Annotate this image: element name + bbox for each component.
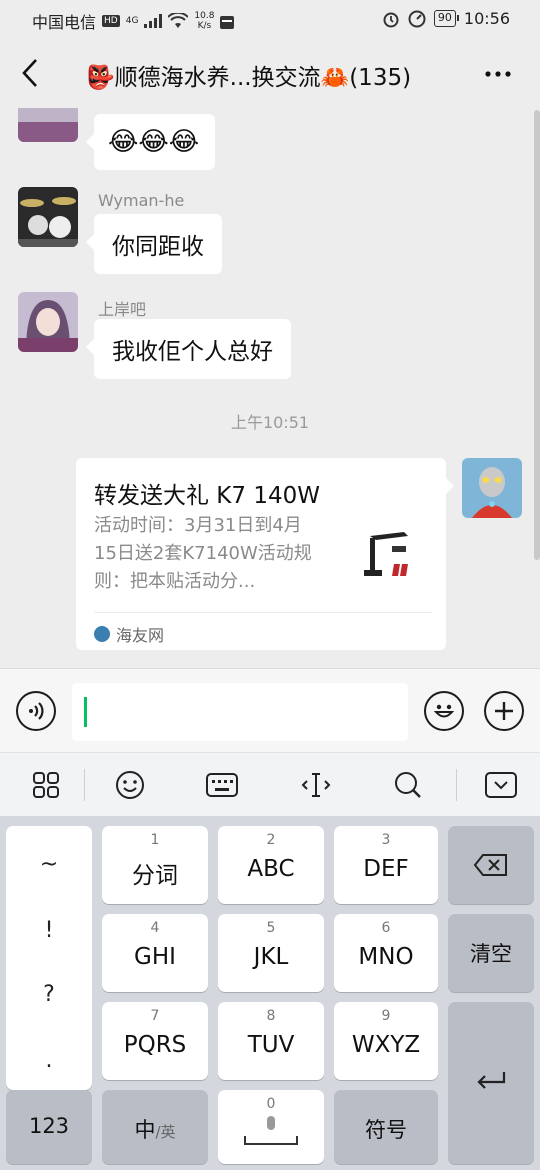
network-type: 4G [125, 16, 139, 26]
text-cursor-icon [301, 773, 331, 797]
message-text: 我收佢个人总好 [112, 339, 273, 365]
clear-key[interactable]: 清空 [448, 914, 534, 992]
drum-kit-avatar-image [18, 187, 78, 247]
smiley-outline-icon [116, 771, 144, 799]
punct-key[interactable]: . [6, 1048, 92, 1073]
clock: 10:56 [463, 9, 510, 28]
keyboard-toolbar [0, 752, 540, 816]
key-7[interactable]: 7 PQRS [102, 1002, 208, 1080]
signal-icon [144, 14, 163, 28]
key-6[interactable]: 6 MNO [334, 914, 438, 992]
key-9[interactable]: 9 WXYZ [334, 1002, 438, 1080]
calendar-icon [220, 15, 235, 29]
keyboard-icon [206, 773, 238, 797]
card-divider [94, 612, 432, 613]
backspace-key[interactable] [448, 826, 534, 904]
punctuation-column[interactable]: ~ ! ? . [6, 826, 92, 1090]
battery-indicator: 90 [433, 10, 459, 27]
grid-icon [33, 772, 59, 798]
anime-avatar-image [18, 292, 78, 352]
source-label: 海友网 [116, 626, 165, 645]
sender-name: 上岸吧 [98, 300, 147, 319]
emoji-toolbar-button[interactable] [110, 765, 150, 805]
chat-messages[interactable]: 😂😂😂 Wyman-he 你同距收 上岸吧 我收佢个人总好 上午10:51 转发… [0, 108, 540, 668]
voice-wave-icon [29, 702, 44, 720]
keyboard-switch-button[interactable] [202, 765, 242, 805]
search-icon [395, 772, 421, 798]
backspace-icon [473, 854, 507, 876]
anime-avatar-image [18, 108, 78, 142]
hide-keyboard-button[interactable] [481, 765, 521, 805]
key-1[interactable]: 1 分词 [102, 826, 208, 904]
key-2[interactable]: 2 ABC [218, 826, 324, 904]
plus-icon [495, 702, 513, 720]
ultraman-avatar-image [462, 458, 522, 518]
smiley-icon [433, 704, 455, 718]
carrier-label: 中国电信 [32, 13, 97, 32]
toolbar-divider [456, 769, 457, 801]
network-speed: 10.8 K/s [194, 11, 215, 31]
return-icon [477, 1072, 506, 1089]
numeric-mode-key[interactable]: 123 [6, 1090, 92, 1164]
more-icon [485, 71, 511, 77]
chat-scrollbar[interactable] [534, 110, 540, 560]
input-bar [0, 668, 540, 752]
chevron-down-icon [485, 772, 517, 798]
card-title: 转发送大礼 K7 140W [94, 483, 320, 509]
message-text: 你同距收 [112, 234, 204, 260]
key-4[interactable]: 4 GHI [102, 914, 208, 992]
avatar[interactable] [18, 108, 78, 142]
card-source: 海友网 [94, 622, 164, 646]
message-bubble[interactable]: 你同距收 [86, 214, 222, 274]
punct-key[interactable]: ? [6, 982, 92, 1007]
my-avatar[interactable] [462, 458, 522, 518]
message-input[interactable] [72, 683, 408, 741]
product-thumbnail [356, 524, 420, 588]
voice-button[interactable] [16, 691, 56, 731]
language-switch-key[interactable]: 中/英 [102, 1090, 208, 1164]
lang-alt: /英 [155, 1123, 176, 1141]
punct-key[interactable]: ~ [6, 852, 92, 877]
laughing-emoji: 😂😂😂 [108, 127, 200, 157]
hd-badge: HD [102, 15, 120, 27]
text-caret [84, 697, 87, 727]
enter-key[interactable] [448, 1002, 534, 1164]
speedometer-icon [408, 10, 426, 27]
avatar[interactable] [18, 187, 78, 247]
emoji-button[interactable] [424, 691, 464, 731]
time-divider: 上午10:51 [230, 413, 310, 432]
punct-key[interactable]: ! [6, 918, 92, 943]
key-8[interactable]: 8 TUV [218, 1002, 324, 1080]
space-key[interactable]: 0 [218, 1090, 324, 1164]
message-bubble[interactable]: 😂😂😂 [85, 114, 216, 170]
chevron-left-icon [22, 59, 37, 87]
message-bubble[interactable]: 我收佢个人总好 [86, 319, 291, 379]
chat-title: 👺顺德海水养...换交流🦀(135) [86, 65, 412, 91]
add-button[interactable] [484, 691, 524, 731]
link-card[interactable]: 转发送大礼 K7 140W 活动时间：3月31日到4月15日送2套K7140W活… [76, 458, 454, 650]
cursor-move-button[interactable] [296, 765, 336, 805]
key-3[interactable]: 3 DEF [334, 826, 438, 904]
wifi-icon [168, 13, 189, 28]
card-description: 活动时间：3月31日到4月15日送2套K7140W活动规则：把本贴活动分... [94, 515, 312, 592]
microphone-icon [244, 1116, 298, 1145]
key-5[interactable]: 5 JKL [218, 914, 324, 992]
source-logo-icon [94, 626, 110, 642]
chat-header: 👺顺德海水养...换交流🦀(135) [0, 38, 540, 108]
symbols-key[interactable]: 符号 [334, 1090, 438, 1164]
menu-grid-button[interactable] [26, 765, 66, 805]
keyboard: ~ ! ? . 1 分词 2 ABC 3 DEF 4 GHI 5 JKL 6 MNO 清空 … [0, 816, 540, 1170]
alarm-icon [383, 12, 399, 27]
toolbar-divider [84, 769, 85, 801]
status-bar: 中国电信 HD 4G 10.8 K/s 90 10:56 [0, 0, 540, 38]
search-button[interactable] [388, 765, 428, 805]
back-button[interactable] [16, 56, 46, 90]
lang-main: 中 [134, 1118, 156, 1142]
sender-name: Wyman-he [98, 191, 185, 210]
more-button[interactable] [478, 54, 518, 94]
avatar[interactable] [18, 292, 78, 352]
